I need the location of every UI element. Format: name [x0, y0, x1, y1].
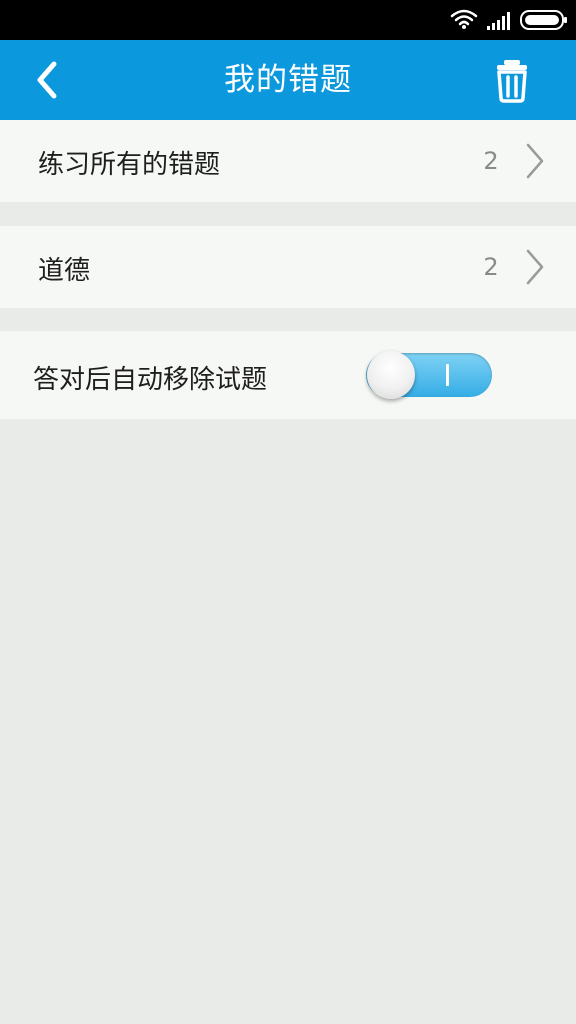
auto-remove-label: 答对后自动移除试题 [33, 365, 268, 395]
list-item-category[interactable]: 道德 2 [0, 226, 576, 308]
chevron-right-icon [526, 143, 544, 179]
list-item-label: 练习所有的错题 [38, 150, 221, 180]
toggle-on-indicator [446, 364, 449, 386]
trash-icon [497, 60, 527, 103]
auto-remove-toggle[interactable] [366, 351, 494, 401]
status-bar [0, 0, 576, 40]
toggle-knob [367, 351, 415, 399]
list-item-label: 道德 [38, 256, 91, 286]
delete-button[interactable] [484, 56, 540, 106]
list-item-practice-all[interactable]: 练习所有的错题 2 [0, 120, 576, 202]
app-bar: 我的错题 [0, 40, 576, 120]
battery-icon [520, 10, 567, 30]
signal-icon [487, 12, 510, 30]
chevron-right-icon [526, 249, 544, 285]
wifi-icon [450, 9, 478, 29]
list-item-count: 2 [483, 253, 499, 281]
list-item-count: 2 [483, 147, 499, 175]
